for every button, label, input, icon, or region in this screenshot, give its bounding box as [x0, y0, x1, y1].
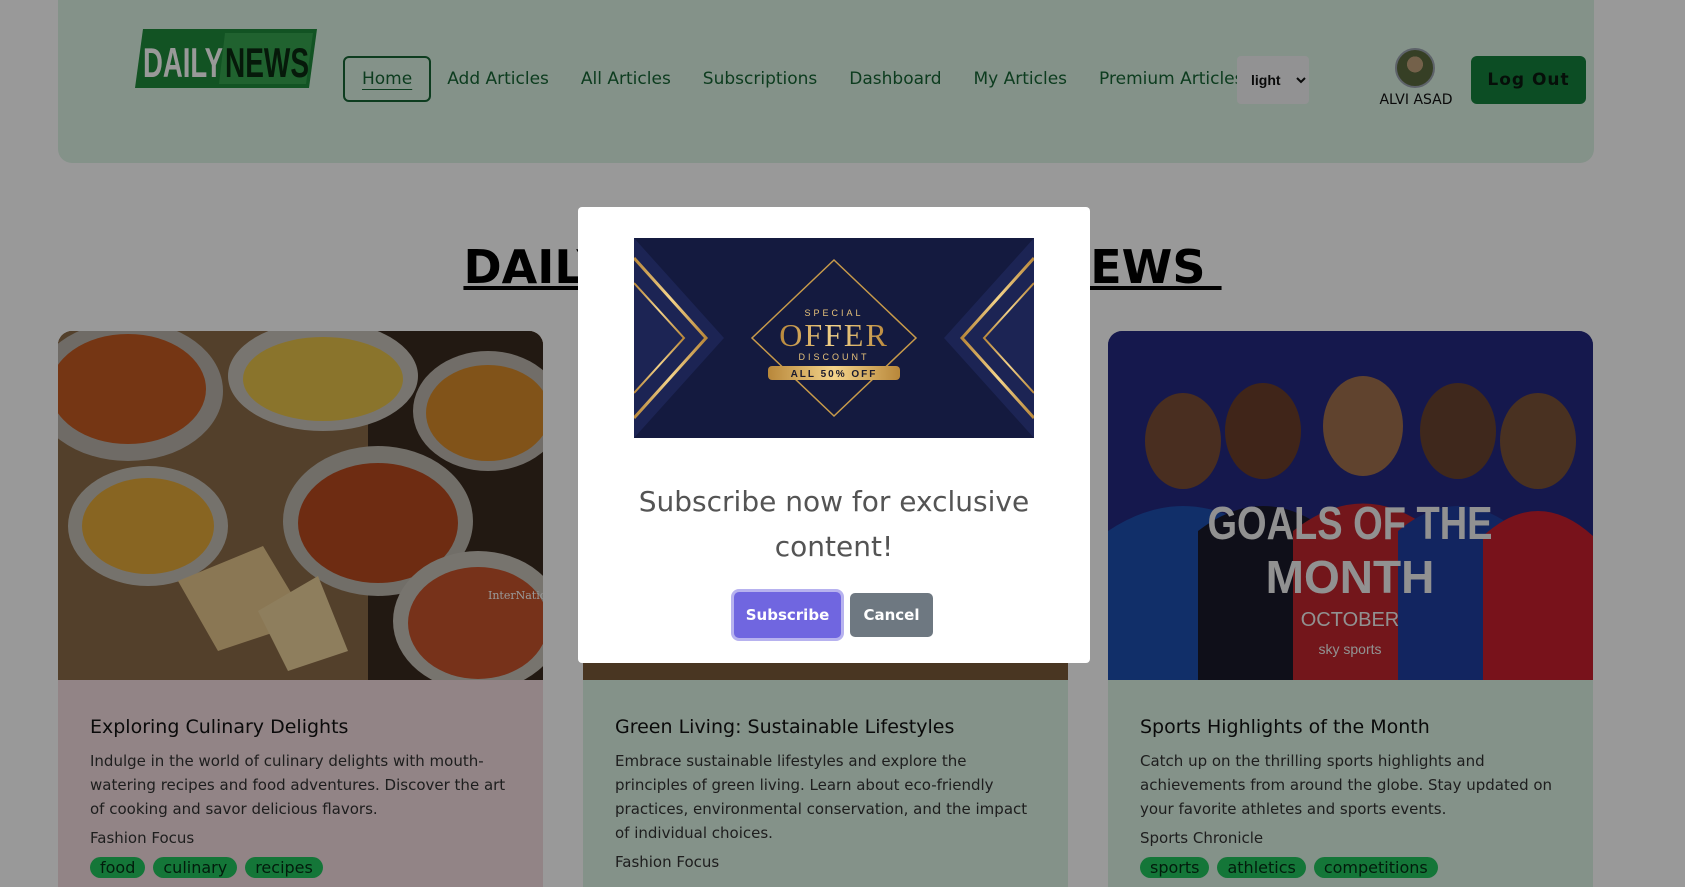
subscribe-modal: SPECIAL OFFER DISCOUNT ALL 50% OFF Subsc… [578, 207, 1090, 663]
banner-ribbon-text: ALL 50% OFF [791, 369, 878, 380]
modal-message: Subscribe now for exclusive content! [638, 485, 1030, 563]
banner-offer-text: OFFER [779, 317, 889, 353]
offer-banner: SPECIAL OFFER DISCOUNT ALL 50% OFF [634, 238, 1034, 438]
cancel-button[interactable]: Cancel [850, 593, 933, 637]
subscribe-button[interactable]: Subscribe [734, 592, 841, 638]
banner-discount-text: DISCOUNT [799, 352, 870, 362]
